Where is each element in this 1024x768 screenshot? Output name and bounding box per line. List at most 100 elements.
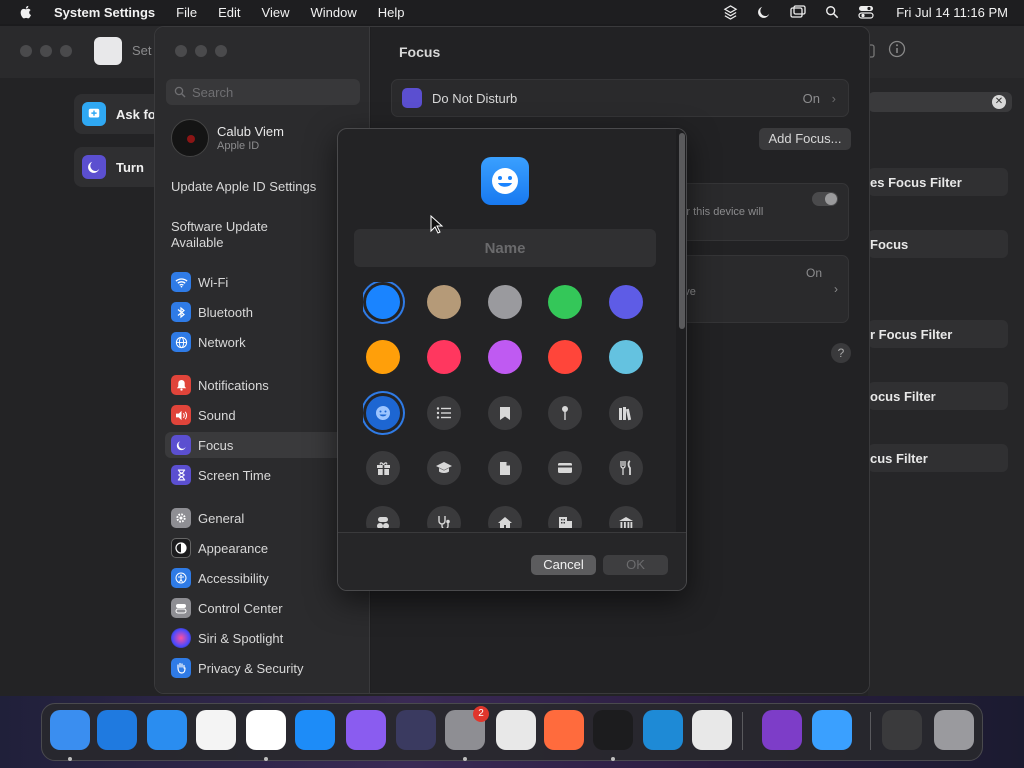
dock-icon-weather[interactable]: [812, 710, 852, 750]
dock-icon-app-store[interactable]: [295, 710, 335, 750]
sidebar-item-privacy-security[interactable]: Privacy & Security: [165, 655, 361, 681]
apple-logo-icon[interactable]: [18, 4, 34, 20]
dialog-scrollbar-thumb[interactable]: [679, 133, 685, 329]
bg-minimize-button[interactable]: [40, 45, 52, 57]
color-swatch-purple[interactable]: [488, 340, 522, 374]
dock-icon-simulator[interactable]: [346, 710, 386, 750]
dock-icon-shortcuts[interactable]: [396, 710, 436, 750]
icon-option-building[interactable]: [548, 506, 582, 528]
sidebar-item-network[interactable]: Network: [165, 329, 361, 355]
search-icon[interactable]: [824, 4, 840, 20]
panel-row[interactable]: cus Filter: [868, 444, 1008, 472]
menu-help[interactable]: Help: [378, 5, 405, 20]
profile-name: Calub Viem: [217, 124, 284, 139]
apple-id-profile[interactable]: Calub Viem Apple ID: [171, 119, 284, 157]
bg-zoom-button[interactable]: [60, 45, 72, 57]
sidebar-item-wifi[interactable]: Wi-Fi: [165, 269, 361, 295]
siri-icon: [171, 628, 191, 648]
focus-name-input[interactable]: Name: [354, 229, 656, 267]
dock-icon-safari[interactable]: [147, 710, 187, 750]
do-not-disturb-row[interactable]: Do Not Disturb On ›: [391, 79, 849, 117]
display-icon[interactable]: [790, 4, 806, 20]
icon-option-smiley[interactable]: [366, 396, 400, 430]
panel-row[interactable]: r Focus Filter: [868, 320, 1008, 348]
info-icon[interactable]: [888, 40, 906, 58]
panel-row[interactable]: Focus: [868, 230, 1008, 258]
icon-option-fork-knife[interactable]: [609, 451, 643, 485]
menu-edit[interactable]: Edit: [218, 5, 240, 20]
clear-search-icon[interactable]: ✕: [992, 95, 1006, 109]
bg-close-button[interactable]: [20, 45, 32, 57]
sidebar-item-sound[interactable]: Sound: [165, 402, 361, 428]
share-devices-toggle[interactable]: [812, 192, 838, 206]
icon-option-bookmark[interactable]: [488, 396, 522, 430]
icon-option-bank[interactable]: [609, 506, 643, 528]
dock-icon-keynote[interactable]: [97, 710, 137, 750]
color-swatch-green[interactable]: [548, 285, 582, 319]
color-swatch-gray[interactable]: [488, 285, 522, 319]
zoom-button[interactable]: [215, 45, 227, 57]
update-apple-id-item[interactable]: Update Apple ID Settings 1: [171, 179, 353, 196]
sidebar-item-notifications[interactable]: Notifications: [165, 372, 361, 398]
icon-option-pills[interactable]: [366, 506, 400, 528]
color-swatch-red[interactable]: [548, 340, 582, 374]
control-center-icon[interactable]: [858, 4, 874, 20]
icon-option-list[interactable]: [427, 396, 461, 430]
sidebar-item-siri-spotlight[interactable]: Siri & Spotlight: [165, 625, 361, 651]
dock-icon-system-settings[interactable]: 2: [445, 706, 489, 750]
help-button[interactable]: ?: [831, 343, 851, 363]
dock-icon-visual-studio[interactable]: [762, 710, 802, 750]
sidebar-item-appearance[interactable]: Appearance: [165, 535, 361, 561]
dock-icon-vs-code[interactable]: [643, 710, 683, 750]
dock-running-indicator: [68, 757, 72, 761]
icon-option-books[interactable]: [609, 396, 643, 430]
icon-option-pin[interactable]: [548, 396, 582, 430]
moon-icon[interactable]: [756, 4, 772, 20]
menu-app-name[interactable]: System Settings: [54, 5, 155, 20]
dock-icon-screenshots[interactable]: [882, 710, 922, 750]
color-swatch-blue[interactable]: [366, 285, 400, 319]
icon-option-stethoscope[interactable]: [427, 506, 461, 528]
sidebar-item-screen-time[interactable]: Screen Time: [165, 462, 361, 488]
sidebar-item-control-center[interactable]: Control Center: [165, 595, 361, 621]
panel-search-field[interactable]: ✕: [868, 92, 1012, 112]
color-swatch-pink[interactable]: [427, 340, 461, 374]
dock-icon-xcode-tools[interactable]: [544, 710, 584, 750]
menu-window[interactable]: Window: [310, 5, 356, 20]
dock-icon-finder[interactable]: [50, 710, 90, 750]
layers-icon[interactable]: [722, 4, 738, 20]
dock-icon-trash[interactable]: [934, 710, 974, 750]
menu-view[interactable]: View: [262, 5, 290, 20]
color-swatch-orange[interactable]: [366, 340, 400, 374]
color-swatch-indigo[interactable]: [609, 285, 643, 319]
panel-row[interactable]: es Focus Filter: [868, 168, 1008, 196]
icon-option-gift[interactable]: [366, 451, 400, 485]
sidebar-item-label: Screen Time: [198, 467, 271, 483]
close-button[interactable]: [175, 45, 187, 57]
sidebar-item-accessibility[interactable]: Accessibility: [165, 565, 361, 591]
dock-icon-textedit[interactable]: [196, 710, 236, 750]
icon-option-house[interactable]: [488, 506, 522, 528]
icon-option-document[interactable]: [488, 451, 522, 485]
cancel-button[interactable]: Cancel: [531, 555, 596, 575]
dock-icon-terminal[interactable]: [593, 710, 633, 750]
icon-option-credit-card[interactable]: [548, 451, 582, 485]
menu-file[interactable]: File: [176, 5, 197, 20]
minimize-button[interactable]: [195, 45, 207, 57]
sidebar-item-bluetooth[interactable]: Bluetooth: [165, 299, 361, 325]
color-swatch-teal[interactable]: [609, 340, 643, 374]
sidebar-search-input[interactable]: Search: [166, 79, 360, 105]
dock-icon-disk-utility[interactable]: [496, 710, 536, 750]
color-swatch-tan[interactable]: [427, 285, 461, 319]
software-update-item[interactable]: Software Update Available 1: [171, 219, 353, 251]
dock-icon-chrome[interactable]: [246, 710, 286, 750]
add-focus-button[interactable]: Add Focus...: [759, 128, 851, 150]
menu-clock[interactable]: Fri Jul 14 11:16 PM: [896, 5, 1008, 20]
panel-row[interactable]: ocus Filter: [868, 382, 1008, 410]
icon-option-graduation-cap[interactable]: [427, 451, 461, 485]
sidebar-item-general[interactable]: General: [165, 505, 361, 531]
ok-button[interactable]: OK: [603, 555, 668, 575]
document-icon: [500, 461, 510, 475]
sidebar-item-focus[interactable]: Focus: [165, 432, 361, 458]
dock-icon-launchpad[interactable]: [692, 710, 732, 750]
